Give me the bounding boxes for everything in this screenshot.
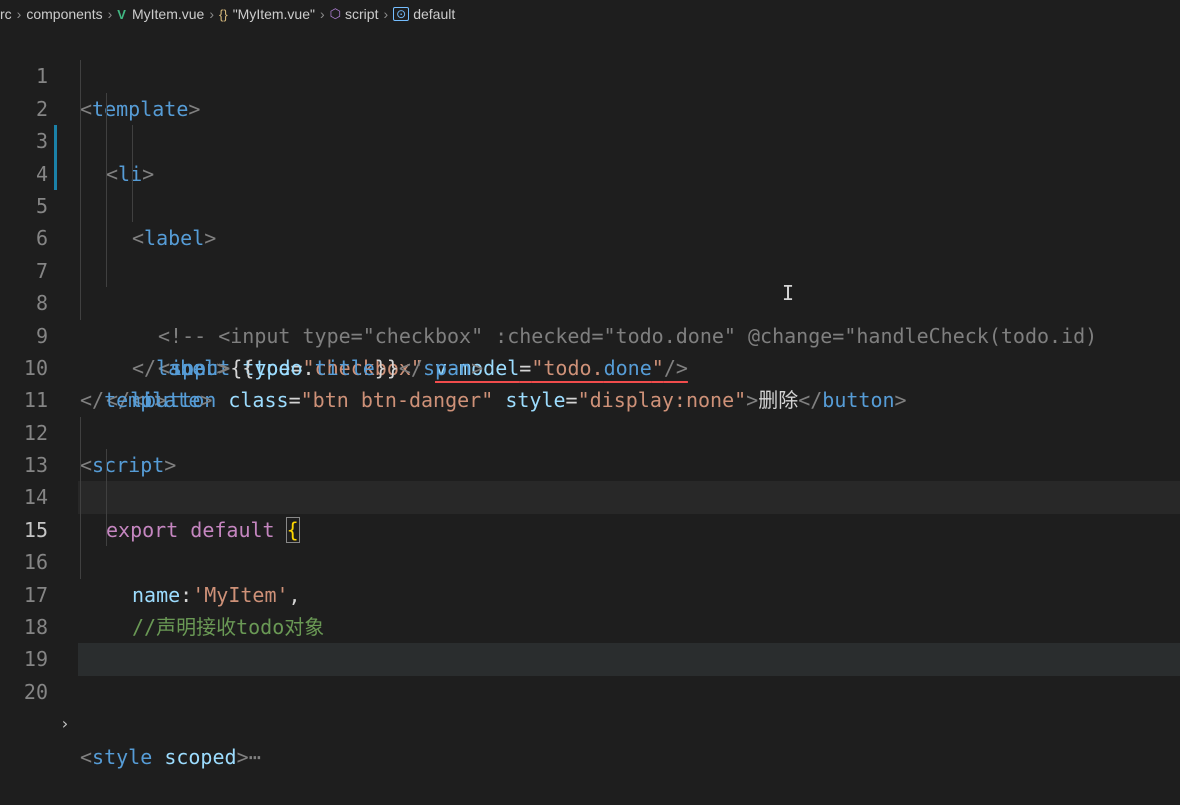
text-cursor-icon: I: [782, 281, 795, 305]
indent-guide: [106, 125, 107, 158]
indent-guide: [80, 254, 81, 288]
indent-guide: [80, 189, 81, 223]
breadcrumb: rc › components › V MyItem.vue › {} "MyI…: [0, 0, 1180, 28]
indent-guide: [106, 254, 107, 288]
chevron-right-icon[interactable]: ›: [60, 708, 70, 740]
indent-guide: [106, 449, 107, 482]
code-line: 14 name:'MyItem',: [0, 449, 1180, 607]
folded-ellipsis[interactable]: ⋯: [249, 745, 261, 769]
breadcrumb-item-src[interactable]: rc: [0, 6, 12, 22]
indent-guide: [106, 189, 107, 223]
modified-gutter-marker: [54, 157, 57, 190]
code-line: 18 </script>: [0, 579, 1180, 671]
code-line: 17 }: [0, 546, 1180, 673]
indent-guide: [80, 449, 81, 482]
indent-guide: [106, 513, 107, 547]
code-line: 19: [0, 611, 1180, 671]
indent-guide: [80, 60, 81, 93]
chevron-right-icon: ›: [209, 6, 214, 22]
breadcrumb-item-file[interactable]: MyItem.vue: [132, 6, 204, 22]
indent-guide: [80, 157, 81, 190]
chevron-right-icon: ›: [319, 6, 325, 22]
code-editor[interactable]: 1 <template> 2 <li> 3 <label> 4 <!-- <in…: [0, 28, 1180, 769]
code-line-active: 15 //声明接收todo对象: [0, 481, 1180, 639]
indent-guide: [80, 546, 81, 579]
code-line: 2 <li>: [0, 60, 1180, 186]
indent-guide: [80, 481, 81, 514]
code-line: 8 <button class="btn btn-danger" style="…: [0, 254, 1180, 412]
indent-guide: [132, 189, 133, 223]
code-line-folded: 20 › <style scoped>⋯: [0, 643, 1180, 769]
indent-guide: [80, 92, 81, 126]
indent-guide: [80, 416, 81, 450]
indent-guide: [132, 157, 133, 190]
breadcrumb-item-components[interactable]: components: [26, 6, 102, 22]
line-number: 20: [23, 679, 48, 704]
chevron-right-icon: ›: [16, 6, 22, 22]
code-line: 4 <!-- <input type="checkbox" :checked="…: [0, 125, 1180, 348]
line-content: <style scoped>⋯: [80, 744, 261, 769]
code-line: 11: [0, 352, 1180, 412]
code-line: 5 <input type="checkbox" v-model="todo.d…: [0, 157, 1180, 380]
chevron-right-icon: ›: [383, 6, 389, 22]
code-line: 12 <script>: [0, 384, 1180, 477]
modified-gutter-marker: [54, 125, 57, 158]
variable-icon: ⊙: [393, 7, 410, 21]
module-icon: ⬡: [329, 6, 342, 21]
code-line: 9 </li>: [0, 287, 1180, 412]
breadcrumb-item-default[interactable]: default: [413, 6, 455, 22]
code-line: 3 <label>: [0, 92, 1180, 250]
object-icon: {}: [219, 6, 228, 22]
code-line: 10 </template>: [0, 320, 1180, 412]
indent-guide: [80, 513, 81, 547]
code-line: 13 export default {: [0, 416, 1180, 543]
indent-guide: [80, 222, 81, 255]
indent-guide: [132, 125, 133, 158]
indent-guide: [106, 157, 107, 190]
indent-guide: [106, 222, 107, 255]
indent-guide: [106, 92, 107, 126]
breadcrumb-item-component-name[interactable]: "MyItem.vue": [233, 6, 315, 22]
code-line: 1 <template>: [0, 28, 1180, 120]
chevron-right-icon: ›: [107, 6, 113, 22]
indent-guide: [106, 481, 107, 514]
code-line: 16 props:['todo']: [0, 513, 1180, 671]
code-line: 7 </label>: [0, 222, 1180, 380]
breadcrumb-item-script[interactable]: script: [345, 6, 378, 22]
vue-file-icon: V: [117, 6, 126, 22]
indent-guide: [80, 287, 81, 320]
indent-guide: [80, 125, 81, 158]
code-line: 6 <span>{{todo.title}}</span>: [0, 189, 1180, 380]
